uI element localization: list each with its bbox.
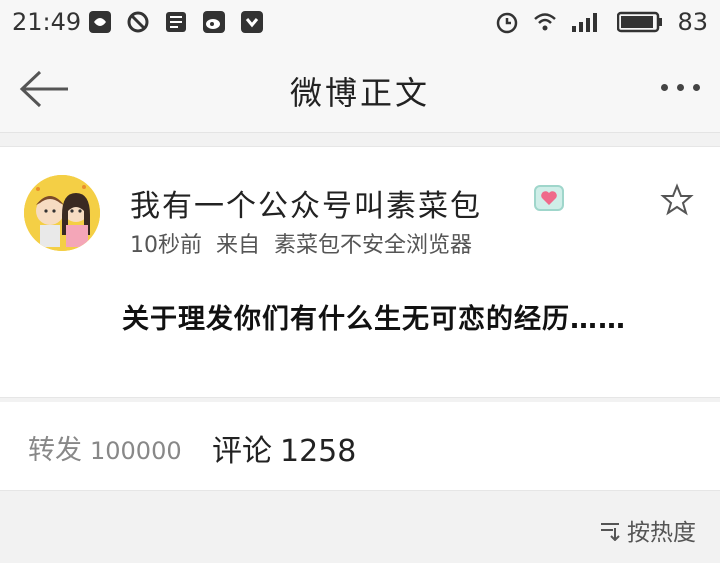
heart-icon [541,191,557,205]
repost-label: 转发 [28,435,82,466]
post-card: 我有一个公众号叫素菜包 10秒前 来自 素菜包不安全浏览器 关于理发你们有什么生… [0,146,720,398]
shield-icon [241,11,263,33]
author-name[interactable]: 我有一个公众号叫素菜包 [130,181,482,225]
more-dot-icon [661,84,668,91]
nav-bar: 微博正文 [0,46,720,133]
wifi-icon [534,13,557,31]
avatar-illustration [24,175,100,251]
signal-icon [572,13,598,32]
system-status-icons: 83 [495,8,708,36]
tab-repost[interactable]: 转发 100000 [28,428,182,467]
more-options-button[interactable] [661,84,700,91]
post-source[interactable]: 素菜包不安全浏览器 [274,227,472,259]
repost-count: 100000 [90,437,182,465]
battery-icon [617,11,663,33]
post-text: 关于理发你们有什么生无可恋的经历…… [122,304,626,335]
comment-count: 1258 [280,434,357,469]
post-from-label: 来自 [216,233,261,258]
weibo-icon [203,11,225,33]
star-icon[interactable] [660,183,694,217]
post-meta: 10秒前 来自 素菜包不安全浏览器 [130,227,472,259]
comment-label: 评论 [212,434,272,469]
notification-icons [88,10,264,34]
status-time: 21:49 [12,8,82,36]
alarm-icon [497,12,518,34]
sort-icon [601,523,620,541]
post-time: 10秒前 [130,233,202,258]
sort-label: 按热度 [627,520,696,546]
page-title: 微博正文 [289,74,430,112]
news-icon [166,12,186,32]
battery-level: 83 [677,8,708,36]
stats-bar: 转发 100000 评论 1258 [0,402,720,491]
more-dot-icon [677,84,684,91]
tab-comments[interactable]: 评论 1258 [212,426,356,470]
more-dot-icon [693,84,700,91]
app-notification-icon [89,11,111,33]
block-icon [127,11,149,33]
heart-badge-icon [534,185,564,211]
sort-by-hot-button[interactable]: 按热度 [599,513,696,547]
status-bar: 21:49 83 [0,0,720,46]
avatar[interactable] [24,175,100,251]
